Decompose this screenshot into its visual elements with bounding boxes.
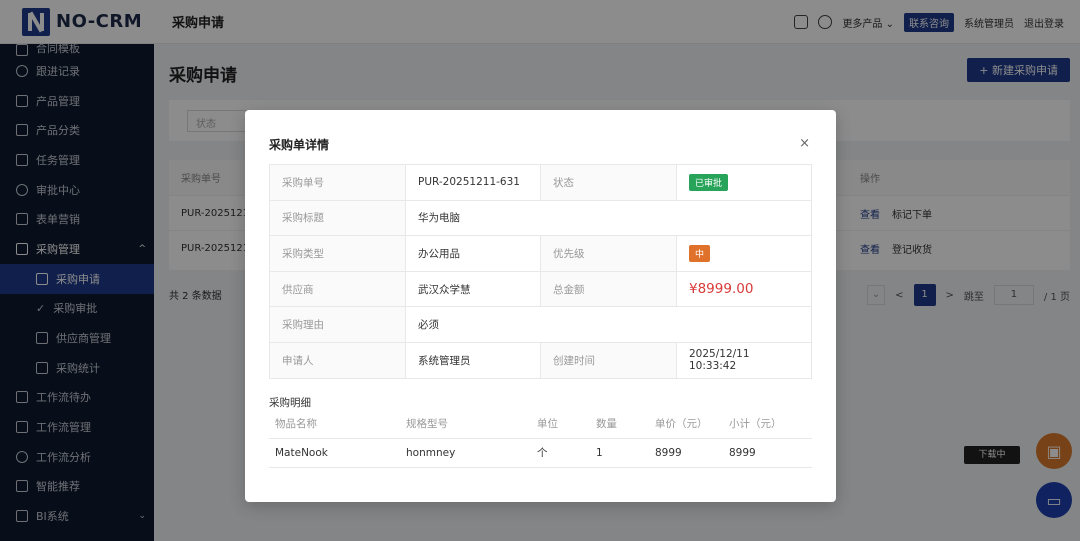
item-qty: 1 (590, 438, 649, 468)
item-spec: honmney (400, 438, 531, 468)
field-label: 状态 (540, 164, 677, 201)
field-label: 采购类型 (269, 235, 406, 272)
items-section-title: 采购明细 (269, 397, 311, 409)
field-value-applicant: 系统管理员 (405, 341, 541, 379)
col-header: 单价（元） (649, 409, 723, 439)
col-header: 物品名称 (269, 409, 400, 439)
field-value-title: 华为电脑 (405, 199, 812, 237)
field-value-type: 办公用品 (405, 235, 541, 272)
item-subtotal: 8999 (723, 438, 812, 468)
field-label: 总金额 (540, 270, 677, 308)
field-label: 采购理由 (269, 306, 406, 343)
field-label: 申请人 (269, 341, 406, 379)
field-label: 创建时间 (540, 341, 677, 379)
col-header: 单位 (531, 409, 590, 439)
table-row: MateNook honmney 个 1 8999 8999 (269, 438, 812, 468)
field-value-created: 2025/12/11 10:33:42 (676, 341, 812, 379)
items-table: 物品名称 规格型号 单位 数量 单价（元） 小计（元） MateNook hon… (269, 409, 812, 468)
items-table-header: 物品名称 规格型号 单位 数量 单价（元） 小计（元） (269, 409, 812, 439)
modal-title: 采购单详情 (269, 138, 330, 152)
field-label: 优先级 (540, 235, 677, 272)
status-badge: 已审批 (689, 173, 729, 191)
col-header: 数量 (590, 409, 649, 439)
priority-badge: 中 (689, 244, 711, 262)
field-value-no: PUR-20251211-631 (405, 164, 541, 201)
field-value-reason: 必须 (405, 306, 812, 343)
close-icon[interactable]: × (799, 136, 810, 151)
item-unit: 个 (531, 438, 590, 468)
item-name: MateNook (269, 438, 400, 468)
col-header: 规格型号 (400, 409, 531, 439)
field-label: 采购标题 (269, 199, 406, 237)
field-label: 供应商 (269, 270, 406, 308)
item-price: 8999 (649, 438, 723, 468)
field-value-supplier: 武汉众学慧 (405, 270, 541, 308)
field-label: 采购单号 (269, 164, 406, 201)
col-header: 小计（元） (723, 409, 812, 439)
purchase-detail-modal: 采购单详情 × 采购单号 PUR-20251211-631 状态 已审批 采购标… (245, 110, 836, 502)
detail-info-table: 采购单号 PUR-20251211-631 状态 已审批 采购标题 华为电脑 采… (269, 164, 812, 379)
total-amount: ¥8999.00 (689, 281, 754, 298)
